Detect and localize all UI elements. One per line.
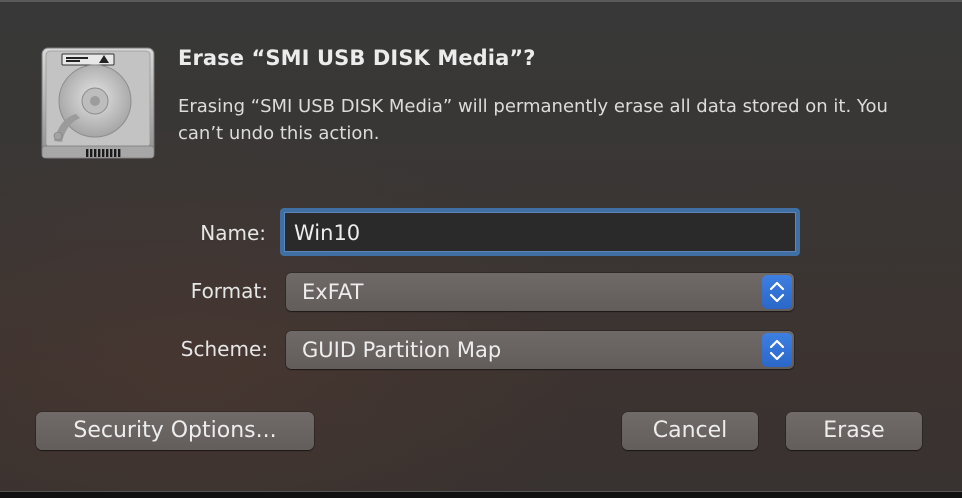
format-popup[interactable]: ExFAT — [286, 273, 794, 311]
erase-dialog: Erase “SMI USB DISK Media”? Erasing “SMI… — [0, 0, 962, 492]
erase-button[interactable]: Erase — [786, 412, 922, 450]
window-shadow — [0, 492, 962, 498]
scheme-label: Scheme: — [180, 337, 268, 361]
cancel-button[interactable]: Cancel — [622, 412, 758, 450]
dialog-message: Erasing “SMI USB DISK Media” will perman… — [178, 96, 888, 144]
security-options-button[interactable]: Security Options... — [36, 412, 314, 450]
name-input-value: Win10 — [294, 221, 361, 245]
dialog-title: Erase “SMI USB DISK Media”? — [178, 46, 536, 70]
format-popup-value: ExFAT — [302, 280, 364, 304]
external-disk-icon — [40, 46, 156, 162]
dialog-top-edge — [0, 0, 962, 2]
popup-stepper-icon — [762, 333, 792, 367]
scheme-popup[interactable]: GUID Partition Map — [286, 331, 794, 369]
format-label: Format: — [190, 279, 268, 303]
name-input[interactable]: Win10 — [280, 208, 800, 256]
popup-stepper-icon — [762, 275, 792, 309]
scheme-popup-value: GUID Partition Map — [302, 338, 502, 362]
name-label: Name: — [200, 221, 266, 245]
